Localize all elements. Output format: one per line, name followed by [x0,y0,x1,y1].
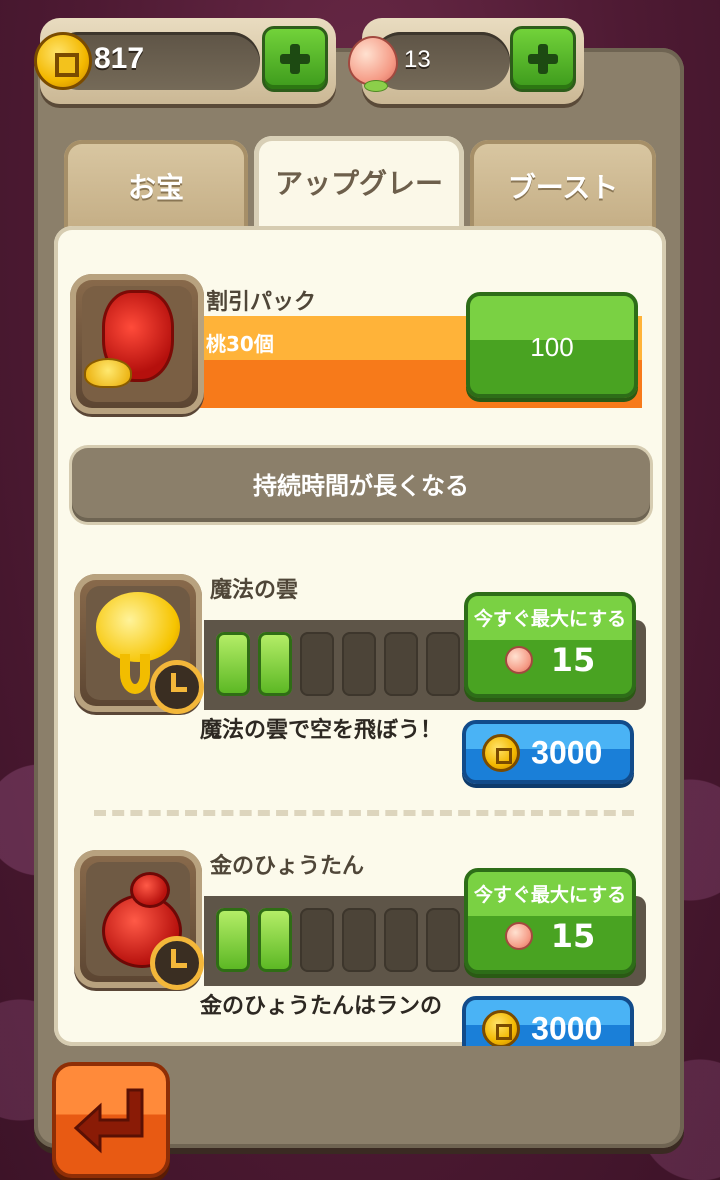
max-now-button[interactable]: 今すぐ最大にする 15 [464,868,636,974]
coin-icon [34,32,92,90]
peach-icon [348,36,398,92]
add-coins-button[interactable] [262,26,328,92]
gourd-level-segment [300,908,334,972]
magic-cloud-tail-icon [120,654,150,694]
coin-icon [482,1010,520,1046]
section-header: 持続時間が長くなる [72,448,650,522]
discount-pack-title: 割引パック [206,290,317,315]
tab-boost[interactable]: ブースト [470,140,656,240]
upgrade-coin-cost: 3000 [531,734,603,771]
gourd-level-segment [216,908,250,972]
gourd-description: 金のひょうたんはランの [200,994,443,1019]
upgrade-coin-button[interactable]: 3000 [462,720,634,784]
peach-icon [504,646,533,674]
item-separator [94,810,634,816]
clock-icon [150,936,204,990]
gourd-top-icon [130,872,170,908]
buy-pack-price: 100 [530,332,574,362]
gourd-level-segment [342,908,376,972]
upgrade-coin-cost: 3000 [531,1010,603,1047]
upgrade-list[interactable]: 割引パック 桃30個 100 持続時間が長くなる 魔法の雲 魔法の雲で空を飛ぼう… [54,226,666,1046]
buy-pack-button[interactable]: 100 [466,292,638,398]
max-now-label: 今すぐ最大にする [473,608,627,630]
peach-balance-value: 13 [404,46,431,73]
coin-balance-bar: 817 [34,18,336,104]
gourd-level-segment [426,908,460,972]
magic-cloud-level-segment [342,632,376,696]
magic-cloud-level-segment [216,632,250,696]
upgrade-coin-button[interactable]: 3000 [462,996,634,1046]
magic-cloud-level-segment [384,632,418,696]
coin-icon [482,734,520,772]
magic-cloud-title: 魔法の雲 [210,578,299,603]
magic-cloud-icon [96,592,180,662]
max-now-button[interactable]: 今すぐ最大にする 15 [464,592,636,698]
max-now-cost-row: 15 [468,917,632,955]
magic-cloud-level-segment [258,632,292,696]
tab-treasure[interactable]: お宝 [64,140,248,240]
magic-cloud-level-segment [426,632,460,696]
magic-cloud-level-segment [300,632,334,696]
gold-ingot-icon [84,358,132,388]
gourd-level-segment [384,908,418,972]
discount-pack-subtitle: 桃30個 [206,332,274,356]
return-arrow-icon [73,1088,144,1154]
add-peaches-button[interactable] [510,26,576,92]
peach-icon [504,922,533,950]
back-button[interactable] [52,1062,170,1178]
magic-cloud-description: 魔法の雲で空を飛ぼう！ [200,718,443,743]
peach-balance-bar: 13 [348,18,584,104]
gourd-title: 金のひょうたん [210,854,365,879]
gourd-level-segment [258,908,292,972]
max-now-cost: 15 [550,641,596,679]
max-now-label: 今すぐ最大にする [473,884,627,906]
max-now-cost-row: 15 [468,641,632,679]
lucky-bag-frame [70,274,204,414]
coin-balance-value: 817 [94,42,145,75]
clock-icon [150,660,204,714]
max-now-cost: 15 [550,917,596,955]
